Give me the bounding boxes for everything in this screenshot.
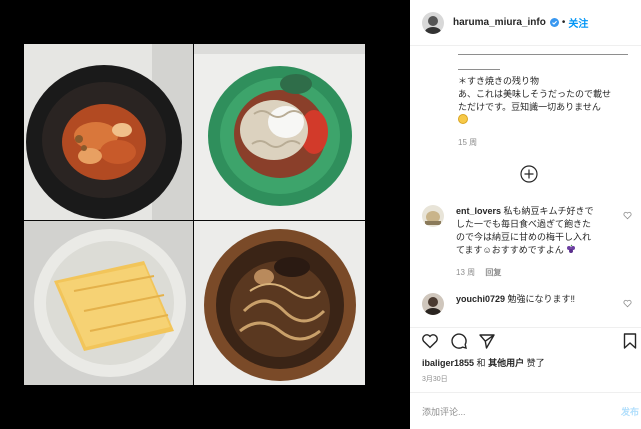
photo-area	[0, 0, 410, 429]
comment-like-heart-icon[interactable]	[623, 299, 632, 308]
post-caption: ＊すき焼きの残り物 あ、これは美味しそうだったので載せ ただけです。豆知識一切あ…	[458, 75, 634, 127]
comments-scroll-area[interactable]: ＊すき焼きの残り物 あ、これは美味しそうだったので載せ ただけです。豆知識一切あ…	[410, 47, 641, 327]
comment-text: ent_lovers 私も納豆キムチ好きで した一でも毎日食べ過ぎて飽きた ので…	[456, 205, 620, 257]
comment-meta: 13 周 回复	[456, 267, 501, 278]
comment-time: 13 周	[456, 268, 476, 277]
likes-suffix: 赞了	[526, 358, 545, 368]
post-comment-button[interactable]: 发布	[621, 405, 639, 418]
commenter-avatar[interactable]	[422, 293, 444, 315]
author-avatar[interactable]	[422, 11, 444, 34]
post-time: 15 周	[458, 138, 478, 147]
commenter-avatar[interactable]	[422, 205, 444, 227]
author-username[interactable]: haruma_miura_info	[453, 17, 546, 28]
comment-username[interactable]: youchi0729	[456, 294, 505, 304]
post-photo[interactable]	[24, 44, 365, 385]
comment-like-heart-icon[interactable]	[623, 211, 632, 220]
bookmark-icon[interactable]	[621, 332, 639, 350]
photo-tile-tamagoyaki	[24, 221, 193, 385]
reply-button[interactable]: 回复	[485, 268, 501, 277]
post-panel: haruma_miura_info • 关注 ＊すき焼きの残り物 あ、これは美味…	[410, 0, 641, 429]
grapes-emoji	[567, 244, 576, 253]
add-comment-bar: 添加评论... 发布	[410, 392, 641, 429]
post-date: 3月30日	[422, 376, 448, 383]
comment-username[interactable]: ent_lovers	[456, 206, 501, 216]
likes-and: 和	[476, 358, 486, 368]
photo-tile-sukiyaki-bowl	[194, 221, 365, 385]
caption-line: ただけです。豆知識一切ありません	[458, 102, 601, 112]
caption-line: ＊すき焼きの残り物	[458, 76, 540, 86]
grinning-sweat-emoji	[458, 114, 468, 124]
likes-summary: ibaliger1855 和 其他用户 赞了	[422, 356, 545, 369]
header-separator: •	[561, 17, 566, 28]
liker-username[interactable]: ibaliger1855	[422, 358, 474, 368]
comment-input[interactable]: 添加评论...	[422, 405, 466, 418]
other-likers-link[interactable]: 其他用户	[488, 358, 524, 368]
heart-icon[interactable]	[421, 332, 439, 350]
comment-line: 私も納豆キムチ好きで	[503, 206, 594, 216]
follow-button[interactable]: 关注	[568, 15, 588, 30]
caption-divider	[458, 54, 628, 55]
comment-line: 勉強になります‼	[507, 294, 576, 304]
comment-line: した一でも毎日食べ過ぎて飽きた	[456, 219, 592, 229]
comment-bubble-icon[interactable]	[450, 332, 468, 350]
caption-line: あ、これは美味しそうだったので載せ	[458, 89, 612, 99]
photo-tile-shirasu-bowl	[194, 44, 365, 220]
plus-circle-icon[interactable]	[520, 165, 538, 183]
post-header: haruma_miura_info • 关注	[410, 0, 641, 46]
comment-item: ent_lovers 私も納豆キムチ好きで した一でも毎日食べ過ぎて飽きた ので…	[422, 205, 632, 280]
comment-line: てます☺おすすめですよん	[456, 245, 564, 255]
photo-tile-kimchi-natto	[24, 44, 193, 220]
caption-divider-short	[458, 69, 500, 70]
paper-plane-icon[interactable]	[478, 332, 496, 350]
comment-text: youchi0729 勉強になります‼	[456, 293, 620, 306]
verified-badge-icon	[549, 18, 559, 27]
post-actions: ibaliger1855 和 其他用户 赞了 3月30日 添加评论... 发布	[410, 327, 641, 429]
comment-line: ので今は納豆に甘めの梅干し入れ	[456, 232, 592, 242]
comment-item: youchi0729 勉強になります‼	[422, 293, 632, 323]
